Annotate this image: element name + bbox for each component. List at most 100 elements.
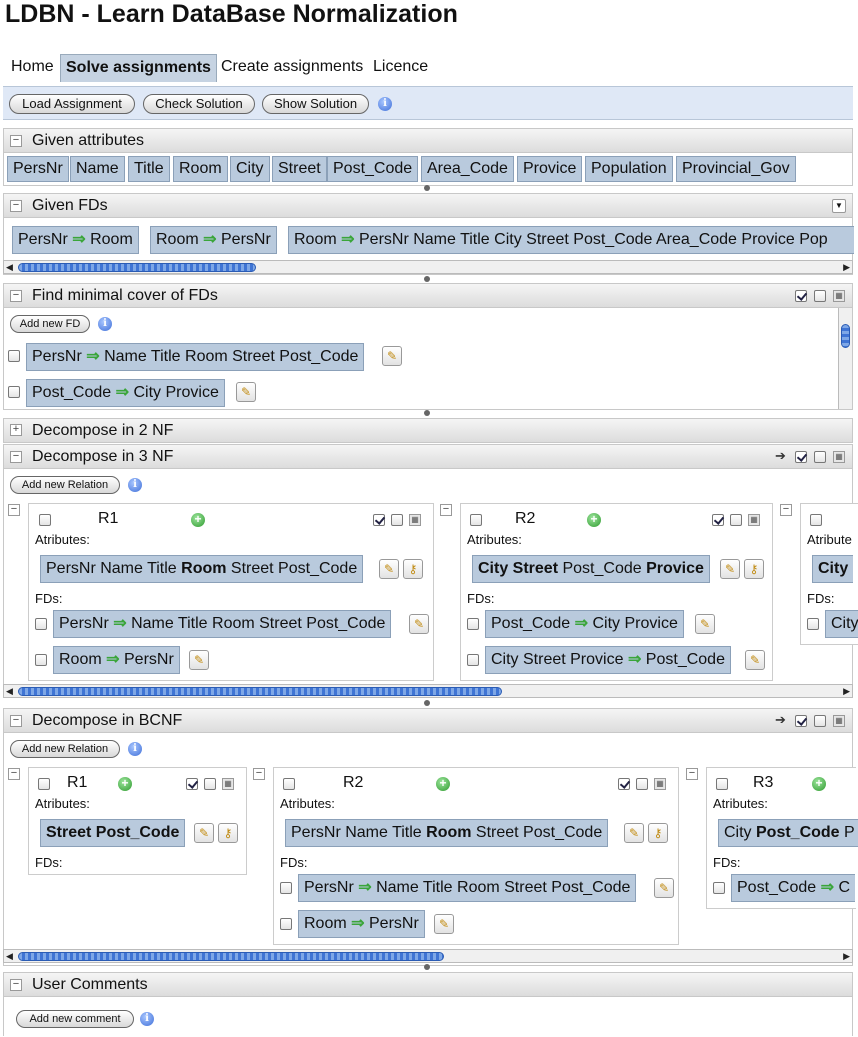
pencil-icon[interactable]: ✎: [695, 614, 715, 634]
delete-icon[interactable]: ▦: [222, 778, 234, 790]
collapse-icon[interactable]: −: [10, 715, 22, 727]
pencil-icon[interactable]: ✎: [654, 878, 674, 898]
attribute-set-chip[interactable]: PersNr Name Title Room Street Post_Code: [40, 555, 364, 583]
expand-icon[interactable]: +: [10, 424, 22, 436]
delete-icon[interactable]: ▦: [833, 290, 845, 302]
select-all-checkbox[interactable]: [186, 778, 198, 790]
horizontal-scrollbar[interactable]: ◀ ▶: [3, 949, 853, 963]
attribute-set-chip[interactable]: City Post_Code P: [718, 819, 858, 847]
attribute-set-chip[interactable]: Street Post_Code: [40, 819, 186, 847]
attribute-set-chip[interactable]: City Street Post_Code Provice: [472, 555, 710, 583]
horizontal-scrollbar[interactable]: ◀ ▶: [3, 260, 853, 274]
select-all-checkbox[interactable]: [373, 514, 385, 526]
key-icon[interactable]: ⚷: [744, 559, 764, 579]
right-arrow-icon[interactable]: ➔: [775, 449, 786, 463]
select-all-checkbox[interactable]: [795, 715, 807, 727]
resize-grip[interactable]: [424, 185, 430, 191]
key-icon[interactable]: ⚷: [403, 559, 423, 579]
info-icon[interactable]: i: [128, 478, 142, 492]
tab-licence[interactable]: Licence: [368, 54, 433, 82]
fd-chip[interactable]: Room ⇒ PersNr: [298, 910, 425, 938]
relation-checkbox[interactable]: [470, 514, 482, 526]
pencil-icon[interactable]: ✎: [189, 650, 209, 670]
add-new-relation-button[interactable]: Add new Relation: [10, 740, 120, 758]
fd-chip[interactable]: Room ⇒ PersNr: [150, 226, 277, 254]
relation-checkbox[interactable]: [283, 778, 295, 790]
attribute-chip[interactable]: Title: [128, 156, 170, 182]
vertical-scrollbar[interactable]: [838, 308, 852, 409]
right-arrow-icon[interactable]: ➔: [775, 713, 786, 727]
deselect-checkbox[interactable]: [204, 778, 216, 790]
key-icon[interactable]: ⚷: [218, 823, 238, 843]
fd-chip[interactable]: Room ⇒ PersNr Name Title City Street Pos…: [288, 226, 854, 254]
deselect-checkbox[interactable]: [814, 715, 826, 727]
add-new-comment-button[interactable]: Add new comment: [16, 1010, 134, 1028]
key-icon[interactable]: ⚷: [648, 823, 668, 843]
collapse-icon[interactable]: −: [8, 768, 20, 780]
collapse-icon[interactable]: −: [10, 290, 22, 302]
resize-grip[interactable]: [424, 276, 430, 282]
fd-chip[interactable]: Room ⇒ PersNr: [53, 646, 180, 674]
fd-chip[interactable]: City Street Provice ⇒ Post_Code: [485, 646, 731, 674]
collapse-icon[interactable]: −: [10, 979, 22, 991]
fd-checkbox[interactable]: [467, 618, 479, 630]
collapse-icon[interactable]: −: [8, 504, 20, 516]
resize-grip[interactable]: [424, 700, 430, 706]
delete-icon[interactable]: ▦: [748, 514, 760, 526]
deselect-checkbox[interactable]: [814, 451, 826, 463]
attribute-chip[interactable]: Room: [173, 156, 228, 182]
chevron-down-icon[interactable]: ▼: [832, 199, 846, 213]
select-all-checkbox[interactable]: [795, 451, 807, 463]
resize-grip[interactable]: [424, 410, 430, 416]
fd-chip[interactable]: PersNr ⇒ Name Title Room Street Post_Cod…: [298, 874, 637, 902]
fd-checkbox[interactable]: [280, 882, 292, 894]
attribute-chip[interactable]: PersNr: [7, 156, 69, 182]
resize-grip[interactable]: [424, 964, 430, 970]
relation-checkbox[interactable]: [39, 514, 51, 526]
deselect-checkbox[interactable]: [730, 514, 742, 526]
pencil-icon[interactable]: ✎: [745, 650, 765, 670]
fd-chip[interactable]: City: [825, 610, 858, 638]
show-solution-button[interactable]: Show Solution: [262, 94, 369, 114]
collapse-icon[interactable]: −: [10, 135, 22, 147]
fd-chip[interactable]: PersNr ⇒ Name Title Room Street Post_Cod…: [26, 343, 365, 371]
plus-icon[interactable]: +: [812, 777, 826, 791]
fd-checkbox[interactable]: [8, 350, 20, 362]
fd-checkbox[interactable]: [35, 654, 47, 666]
info-icon[interactable]: i: [140, 1012, 154, 1026]
pencil-icon[interactable]: ✎: [379, 559, 399, 579]
collapse-icon[interactable]: −: [10, 200, 22, 212]
delete-icon[interactable]: ▦: [409, 514, 421, 526]
info-icon[interactable]: i: [98, 317, 112, 331]
pencil-icon[interactable]: ✎: [434, 914, 454, 934]
check-solution-button[interactable]: Check Solution: [143, 94, 255, 114]
info-icon[interactable]: i: [378, 97, 392, 111]
fd-chip[interactable]: Post_Code ⇒ C: [731, 874, 856, 902]
tab-home[interactable]: Home: [6, 54, 59, 82]
pencil-icon[interactable]: ✎: [382, 346, 402, 366]
collapse-icon[interactable]: −: [686, 768, 698, 780]
attribute-chip[interactable]: Population: [585, 156, 673, 182]
deselect-checkbox[interactable]: [391, 514, 403, 526]
attribute-chip[interactable]: Area_Code: [421, 156, 514, 182]
attribute-chip[interactable]: Street: [272, 156, 327, 182]
load-assignment-button[interactable]: Load Assignment: [9, 94, 135, 114]
add-new-fd-button[interactable]: Add new FD: [10, 315, 90, 333]
fd-checkbox[interactable]: [807, 618, 819, 630]
fd-chip[interactable]: Post_Code ⇒ City Provice: [485, 610, 684, 638]
tab-create-assignments[interactable]: Create assignments: [216, 54, 368, 82]
plus-icon[interactable]: +: [191, 513, 205, 527]
collapse-icon[interactable]: −: [10, 451, 22, 463]
attribute-chip[interactable]: Name: [70, 156, 125, 182]
attribute-chip[interactable]: Post_Code: [327, 156, 419, 182]
fd-checkbox[interactable]: [8, 386, 20, 398]
delete-icon[interactable]: ▦: [654, 778, 666, 790]
attribute-set-chip[interactable]: PersNr Name Title Room Street Post_Code: [285, 819, 609, 847]
collapse-icon[interactable]: −: [440, 504, 452, 516]
select-all-checkbox[interactable]: [795, 290, 807, 302]
delete-icon[interactable]: ▦: [833, 715, 845, 727]
attribute-chip[interactable]: Provincial_Gov: [676, 156, 796, 182]
plus-icon[interactable]: +: [587, 513, 601, 527]
deselect-checkbox[interactable]: [814, 290, 826, 302]
collapse-icon[interactable]: −: [253, 768, 265, 780]
